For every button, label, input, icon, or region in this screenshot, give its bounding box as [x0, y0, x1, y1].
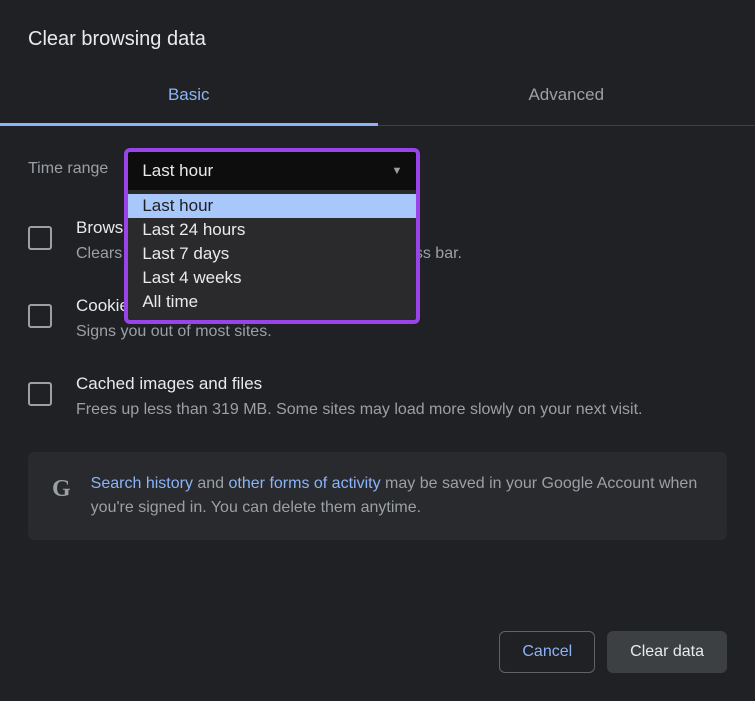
search-history-link[interactable]: Search history	[91, 475, 193, 492]
cached-row: Cached images and files Frees up less th…	[28, 374, 727, 422]
clear-data-button[interactable]: Clear data	[607, 631, 727, 673]
option-last-hour[interactable]: Last hour	[128, 194, 416, 218]
cached-checkbox[interactable]	[28, 382, 52, 406]
time-range-selected-value: Last hour	[142, 161, 213, 181]
time-range-label: Time range	[28, 160, 108, 178]
tab-advanced[interactable]: Advanced	[378, 67, 755, 125]
dialog-content: Time range Last hour ▼ Last hour Last 24…	[0, 126, 755, 540]
google-account-info: G Search history and other forms of acti…	[28, 452, 727, 540]
option-last-24-hours[interactable]: Last 24 hours	[128, 218, 416, 242]
cancel-button[interactable]: Cancel	[499, 631, 595, 673]
cached-desc: Frees up less than 319 MB. Some sites ma…	[76, 398, 727, 422]
time-range-dropdown-wrapper: Last hour ▼ Last hour Last 24 hours Last…	[124, 148, 420, 190]
dialog-title: Clear browsing data	[0, 0, 755, 67]
time-range-select[interactable]: Last hour ▼	[124, 148, 420, 190]
cached-title: Cached images and files	[76, 374, 727, 394]
browsing-history-checkbox[interactable]	[28, 226, 52, 250]
cookies-checkbox[interactable]	[28, 304, 52, 328]
tabs: Basic Advanced	[0, 67, 755, 126]
cached-text: Cached images and files Frees up less th…	[76, 374, 727, 422]
option-all-time[interactable]: All time	[128, 290, 416, 314]
dialog-actions: Cancel Clear data	[0, 631, 755, 701]
other-activity-link[interactable]: other forms of activity	[229, 475, 381, 492]
option-last-7-days[interactable]: Last 7 days	[128, 242, 416, 266]
tab-basic[interactable]: Basic	[0, 67, 378, 126]
chevron-down-icon: ▼	[391, 165, 402, 177]
info-and: and	[193, 475, 229, 492]
clear-browsing-data-dialog: Clear browsing data Basic Advanced Time …	[0, 0, 755, 540]
option-last-4-weeks[interactable]: Last 4 weeks	[128, 266, 416, 290]
time-range-row: Time range Last hour ▼ Last hour Last 24…	[28, 148, 727, 190]
info-text: Search history and other forms of activi…	[91, 472, 703, 520]
time-range-dropdown: Last hour Last 24 hours Last 7 days Last…	[124, 190, 420, 324]
google-icon: G	[52, 476, 71, 503]
